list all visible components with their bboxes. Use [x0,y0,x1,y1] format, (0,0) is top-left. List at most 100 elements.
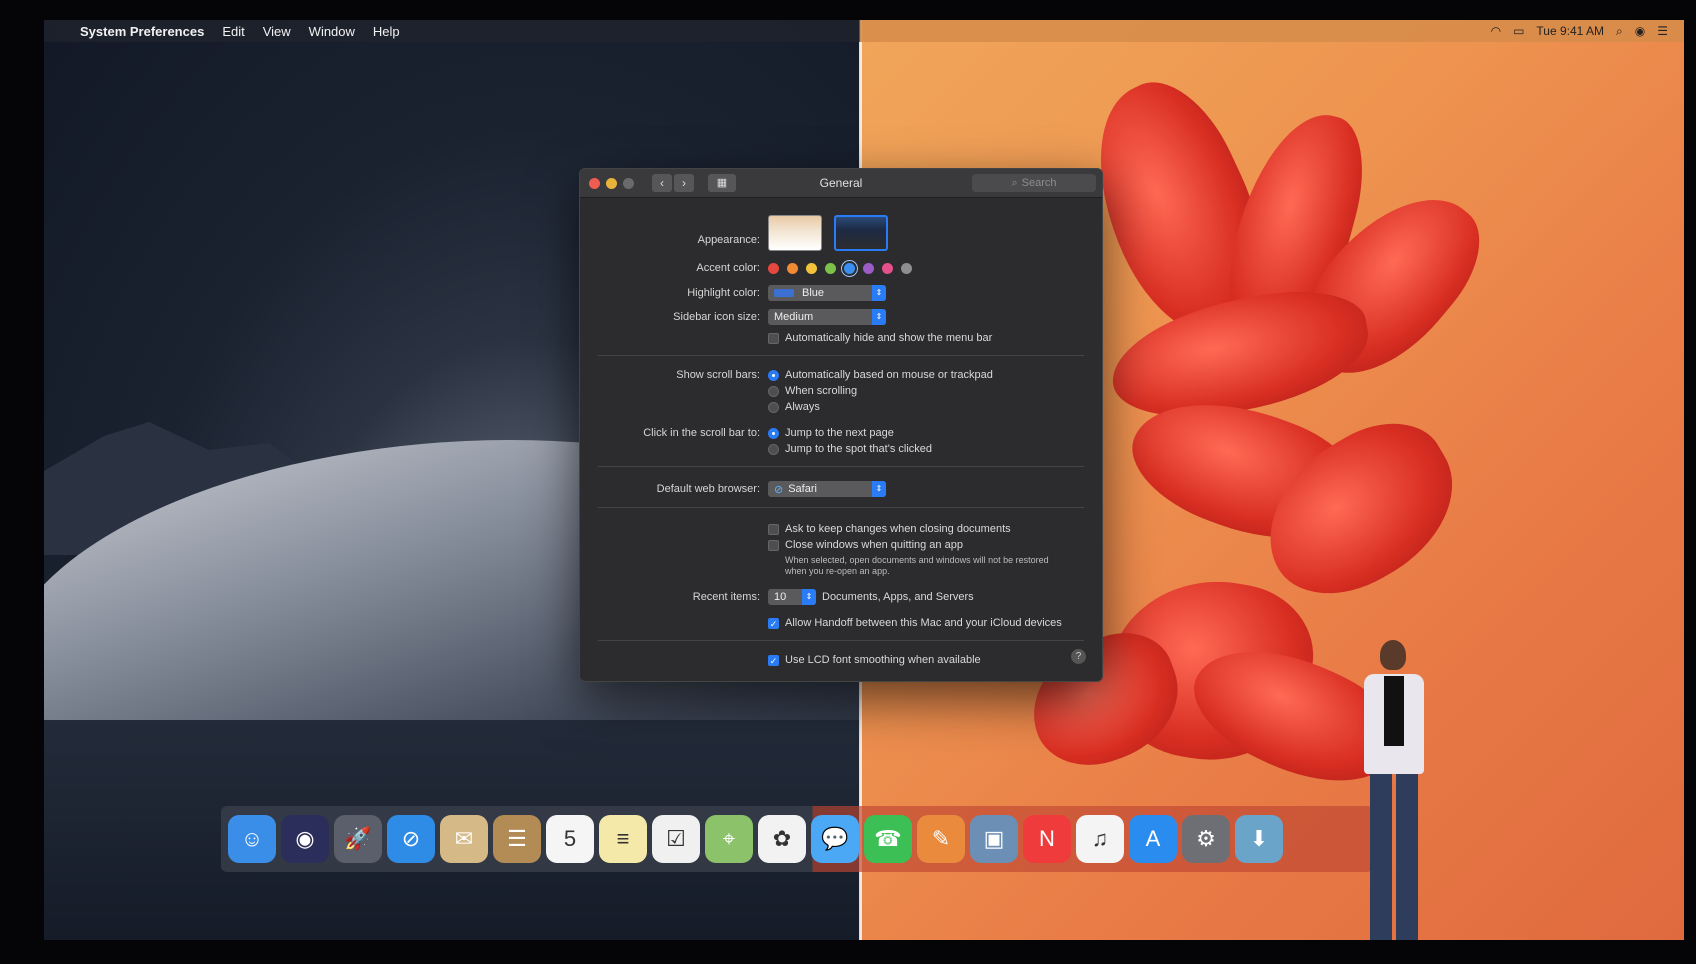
scroll-when-scrolling-radio[interactable] [768,385,779,397]
chevron-updown-icon: ⇕ [872,481,886,497]
default-browser-row: Default web browser: ⊘ Safari ⇕ [580,480,1102,498]
minimize-window-button[interactable] [606,177,617,189]
highlight-color-popup[interactable]: Blue ⇕ [768,285,886,301]
system-preferences-icon[interactable]: ⚙ [1182,815,1230,863]
close-window-button[interactable] [589,177,600,189]
recent-items-row: Recent items: 10 ⇕ Documents, Apps, and … [580,588,1102,606]
recent-items-label: Recent items: [692,591,760,603]
lcd-smoothing-label: Use LCD font smoothing when available [785,654,981,666]
safari-icon[interactable]: ⊘ [387,815,435,863]
preview-icon[interactable]: ▣ [970,815,1018,863]
menu-extras: ◠ ▭ Tue 9:41 AM ⌕ ◉ ☰ [1491,24,1668,39]
photos-icon[interactable]: ✿ [758,815,806,863]
jump-spot-label: Jump to the spot that's clicked [785,443,933,455]
safari-small-icon: ⊘ [774,483,784,496]
sidebar-size-label: Sidebar icon size: [673,311,760,323]
light-appearance-option[interactable] [768,215,822,251]
ask-keep-checkbox[interactable] [768,523,779,535]
messages-icon[interactable]: 💬 [811,815,859,863]
accent-color-row: Accent color: [580,259,1102,277]
downloads-folder-icon[interactable]: ⬇ [1235,815,1283,863]
search-field[interactable]: ⌕ Search [972,174,1096,192]
chevron-updown-icon: ⇕ [872,309,886,325]
search-icon: ⌕ [1011,176,1018,189]
accent-color-swatch[interactable] [901,262,912,274]
jump-next-page-radio[interactable] [768,427,779,439]
close-note-row-2: when you re-open an app. [580,565,1102,577]
launchpad-icon[interactable]: 🚀 [334,815,382,863]
accent-color-swatch[interactable] [825,262,836,274]
pages-icon[interactable]: ✎ [917,815,965,863]
notification-center-icon[interactable]: ☰ [1657,24,1668,38]
wifi-icon[interactable]: ◠ [1491,24,1501,38]
siri-icon[interactable]: ◉ [1635,24,1645,38]
reminders-icon[interactable]: ☑ [652,815,700,863]
back-button[interactable]: ‹ [652,174,672,192]
finder-icon[interactable]: ☺ [228,815,276,863]
menu-help[interactable]: Help [373,24,400,39]
siri-icon[interactable]: ◉ [281,815,329,863]
app-store-icon[interactable]: A [1129,815,1177,863]
recent-items-popup[interactable]: 10 ⇕ [768,589,816,605]
accent-color-swatch[interactable] [787,262,798,274]
recent-items-value: 10 [774,591,787,603]
menu-edit[interactable]: Edit [222,24,244,39]
jump-spot-row: Jump to the spot that's clicked [580,440,1102,458]
forward-button[interactable]: › [674,174,694,192]
scroll-always-radio[interactable] [768,401,779,413]
accent-color-swatch[interactable] [844,262,855,274]
default-browser-label: Default web browser: [656,483,760,495]
accent-color-swatch[interactable] [882,262,893,274]
calendar-icon[interactable]: 5 [546,815,594,863]
close-windows-label: Close windows when quitting an app [785,539,963,551]
accent-color-swatch[interactable] [806,262,817,274]
jump-spot-radio[interactable] [768,443,779,455]
accent-color-swatch[interactable] [863,262,874,274]
accent-color-swatch[interactable] [768,262,779,274]
facetime-icon[interactable]: ☎ [864,815,912,863]
news-icon[interactable]: N [1023,815,1071,863]
handoff-row: ✓ Allow Handoff between this Mac and you… [580,614,1102,632]
sidebar-size-value: Medium [774,311,814,323]
lcd-smoothing-checkbox[interactable]: ✓ [768,654,779,666]
handoff-checkbox[interactable]: ✓ [768,617,779,629]
window-titlebar: ‹ › ▦ General ⌕ Search [580,169,1102,198]
mail-icon[interactable]: ✉ [440,815,488,863]
separator [598,507,1084,508]
default-browser-value: Safari [788,483,817,495]
sidebar-size-row: Sidebar icon size: Medium ⇕ [580,308,1102,326]
highlight-color-row: Highlight color: Blue ⇕ [580,284,1102,302]
maps-icon[interactable]: ⌖ [705,815,753,863]
scroll-always-row: Always [580,398,1102,416]
help-button[interactable]: ? [1071,649,1086,664]
auto-hide-menu-row: Automatically hide and show the menu bar [580,329,1102,347]
auto-hide-menu-checkbox[interactable] [768,332,779,344]
music-icon[interactable]: ♫ [1076,815,1124,863]
spotlight-icon[interactable]: ⌕ [1616,24,1623,39]
close-windows-note-1: When selected, open documents and window… [785,555,1049,565]
notes-icon[interactable]: ≡ [599,815,647,863]
airplay-icon[interactable]: ▭ [1513,24,1524,38]
handoff-label: Allow Handoff between this Mac and your … [785,617,1062,629]
dark-appearance-option[interactable] [834,215,888,251]
default-browser-popup[interactable]: ⊘ Safari ⇕ [768,481,886,497]
menu-view[interactable]: View [263,24,291,39]
scroll-bars-label: Show scroll bars: [676,369,760,381]
menu-bar: System Preferences Edit View Window Help… [44,20,1684,42]
menu-app-name[interactable]: System Preferences [80,24,204,39]
close-windows-checkbox[interactable] [768,539,779,551]
appearance-row: Appearance: [580,213,1102,253]
show-all-button[interactable]: ▦ [708,174,736,192]
zoom-window-button[interactable] [623,177,634,189]
menu-window[interactable]: Window [309,24,355,39]
scroll-auto-radio[interactable] [768,369,779,381]
menu-clock[interactable]: Tue 9:41 AM [1536,24,1604,38]
click-scroll-label: Click in the scroll bar to: [643,427,760,439]
scroll-when-scrolling-label: When scrolling [785,385,858,397]
ask-keep-label: Ask to keep changes when closing documen… [785,523,1011,535]
nav-buttons: ‹ › [652,174,696,192]
dock: ☺ ◉ 🚀 ⊘ ✉ ☰ 5 ≡ ☑ ⌖ ✿ 💬 ☎ ✎ ▣ N ♫ A ⚙ ⬇ [221,806,1373,872]
contacts-icon[interactable]: ☰ [493,815,541,863]
sidebar-size-popup[interactable]: Medium ⇕ [768,309,886,325]
appearance-label: Appearance: [697,234,760,246]
